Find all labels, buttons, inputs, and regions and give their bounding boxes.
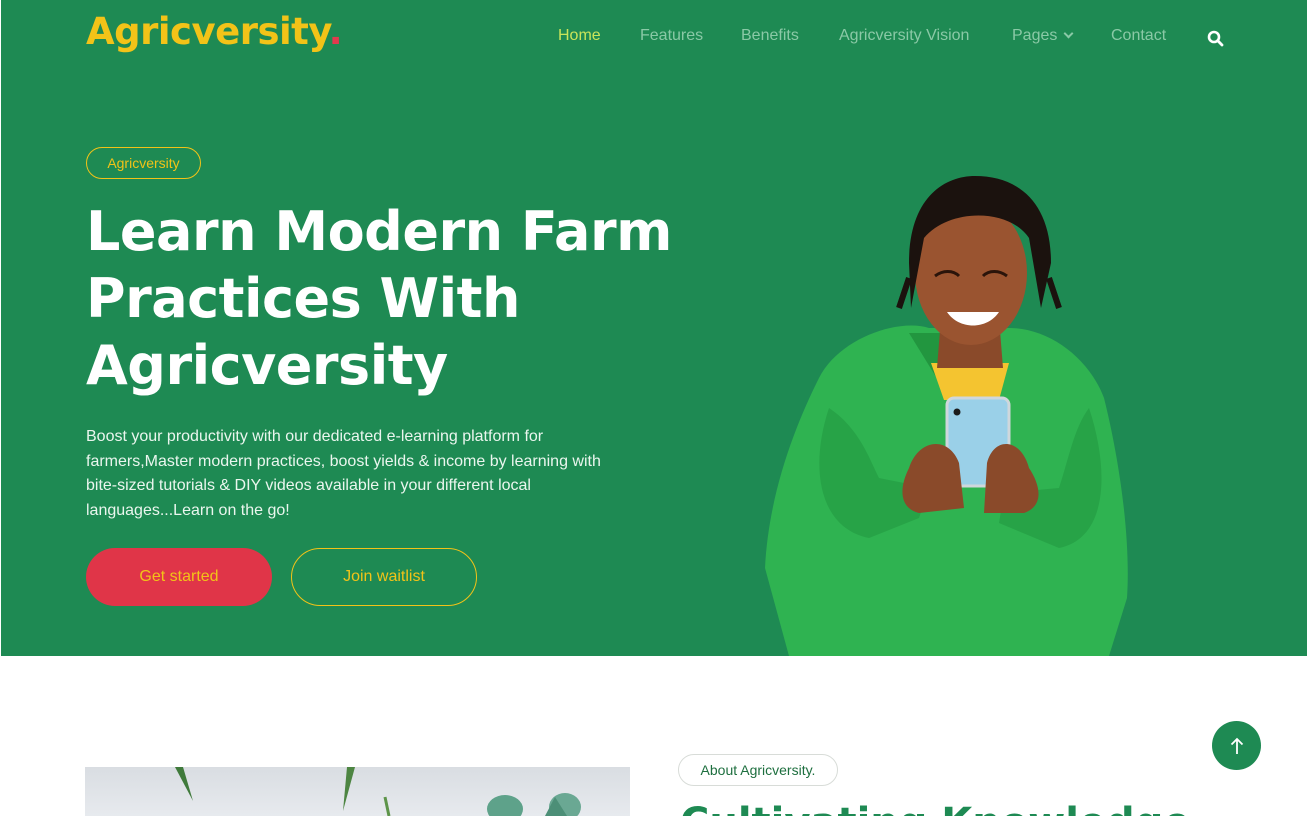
- nav-features[interactable]: Features: [640, 27, 703, 45]
- hero-headline: Learn Modern Farm Practices With Agricve…: [86, 198, 706, 399]
- hero-section: Agricversity. Home Features Benefits Agr…: [1, 0, 1307, 656]
- headline-line-2: Practices With: [86, 267, 520, 330]
- arrow-up-icon: [1230, 737, 1243, 754]
- headline-line-3: Agricversity: [86, 334, 448, 397]
- chevron-down-icon: [1063, 28, 1074, 39]
- join-waitlist-button[interactable]: Join waitlist: [291, 548, 477, 606]
- nav-vision[interactable]: Agricversity Vision: [839, 27, 969, 45]
- search-icon[interactable]: [1207, 30, 1224, 47]
- hero-description: Boost your productivity with our dedicat…: [86, 428, 601, 519]
- about-tag: About Agricversity.: [678, 754, 838, 786]
- brand-name: Agricversity: [86, 10, 329, 53]
- nav-pages-label: Pages: [1012, 27, 1058, 44]
- get-started-button[interactable]: Get started: [86, 548, 272, 606]
- brand-dot: .: [328, 10, 343, 53]
- hero-farmer-image: [765, 176, 1128, 656]
- about-image: [85, 767, 630, 816]
- about-image-graphic: [175, 767, 581, 816]
- about-heading: Cultivating Knowledge: [680, 800, 1190, 816]
- nav-pages[interactable]: Pages: [1012, 27, 1074, 45]
- scroll-to-top-button[interactable]: [1212, 721, 1261, 770]
- nav-contact[interactable]: Contact: [1111, 27, 1166, 45]
- hero-tag: Agricversity: [86, 147, 201, 179]
- nav-benefits[interactable]: Benefits: [741, 27, 799, 45]
- headline-line-1: Learn Modern Farm: [86, 200, 672, 263]
- nav-home[interactable]: Home: [558, 27, 601, 45]
- brand-logo[interactable]: Agricversity.: [86, 10, 343, 53]
